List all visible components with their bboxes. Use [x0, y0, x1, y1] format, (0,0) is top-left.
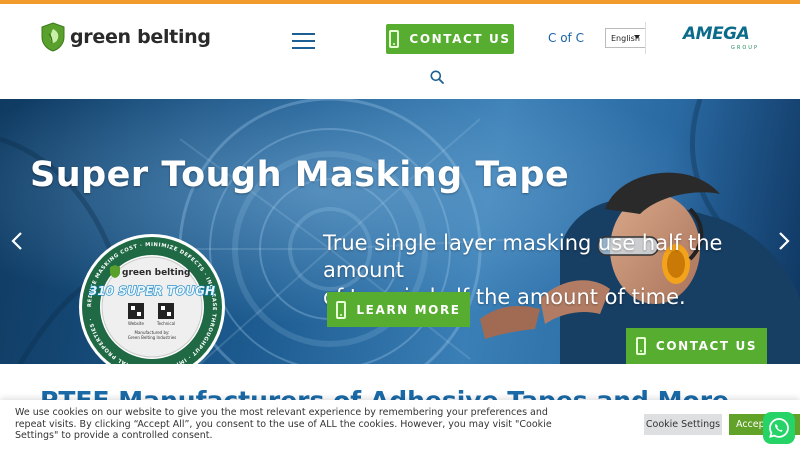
hero-text-line-1: True single layer masking use half the — [323, 231, 723, 255]
chevron-left-icon[interactable] — [10, 231, 24, 251]
phone-icon — [635, 337, 646, 355]
badge-product-name: 310 SUPER TOUGH — [89, 284, 215, 298]
hero-title: Super Tough Masking Tape — [30, 155, 570, 195]
chevron-right-icon[interactable] — [777, 231, 791, 251]
cookie-consent-bar: We use cookies on our website to give yo… — [0, 400, 800, 450]
language-select[interactable]: English — [605, 28, 646, 48]
contact-us-hero-label: CONTACT US — [655, 339, 758, 353]
contact-us-button-header[interactable]: CONTACT US — [386, 24, 514, 54]
hero-text-line-2: amount — [323, 258, 405, 282]
divider — [645, 22, 646, 54]
logo-wordmark: green belting — [70, 26, 211, 48]
cookie-settings-button[interactable]: Cookie Settings — [644, 414, 722, 435]
badge-qr-label-technical: Technical — [156, 321, 175, 326]
search-icon[interactable] — [430, 70, 444, 84]
phone-icon — [336, 300, 347, 319]
cookie-message: We use cookies on our website to give yo… — [15, 407, 552, 441]
caret-down-icon — [634, 35, 640, 39]
phone-icon — [389, 30, 400, 48]
amega-wordmark: AMEGA — [683, 24, 750, 44]
product-badge-image: REDUCE MASKING COST · MINIMIZE DEFECTS ·… — [79, 234, 225, 364]
badge-brand: green belting — [122, 268, 191, 278]
contact-us-label: CONTACT US — [409, 32, 511, 46]
site-header: green belting CONTACT US C of C English … — [0, 4, 800, 99]
contact-us-button-hero[interactable]: CONTACT US — [626, 328, 767, 364]
amega-subtitle: GROUP — [731, 45, 759, 51]
amega-group-logo[interactable]: AMEGA GROUP — [683, 24, 763, 54]
badge-qr-label-website: Website — [128, 321, 144, 326]
badge-footer-line-2: Green Belting Industries — [128, 335, 176, 340]
shield-logo-icon — [41, 22, 65, 52]
whatsapp-icon — [769, 418, 789, 438]
hero-slider: Super Tough Masking Tape True single lay… — [0, 99, 800, 364]
menu-hamburger-icon[interactable] — [292, 33, 315, 49]
site-logo[interactable]: green belting — [40, 22, 211, 52]
cofc-link[interactable]: C of C — [548, 31, 584, 45]
learn-more-button[interactable]: LEARN MORE — [327, 292, 470, 327]
learn-more-label: LEARN MORE — [356, 302, 461, 317]
whatsapp-chat-button[interactable] — [763, 412, 795, 444]
